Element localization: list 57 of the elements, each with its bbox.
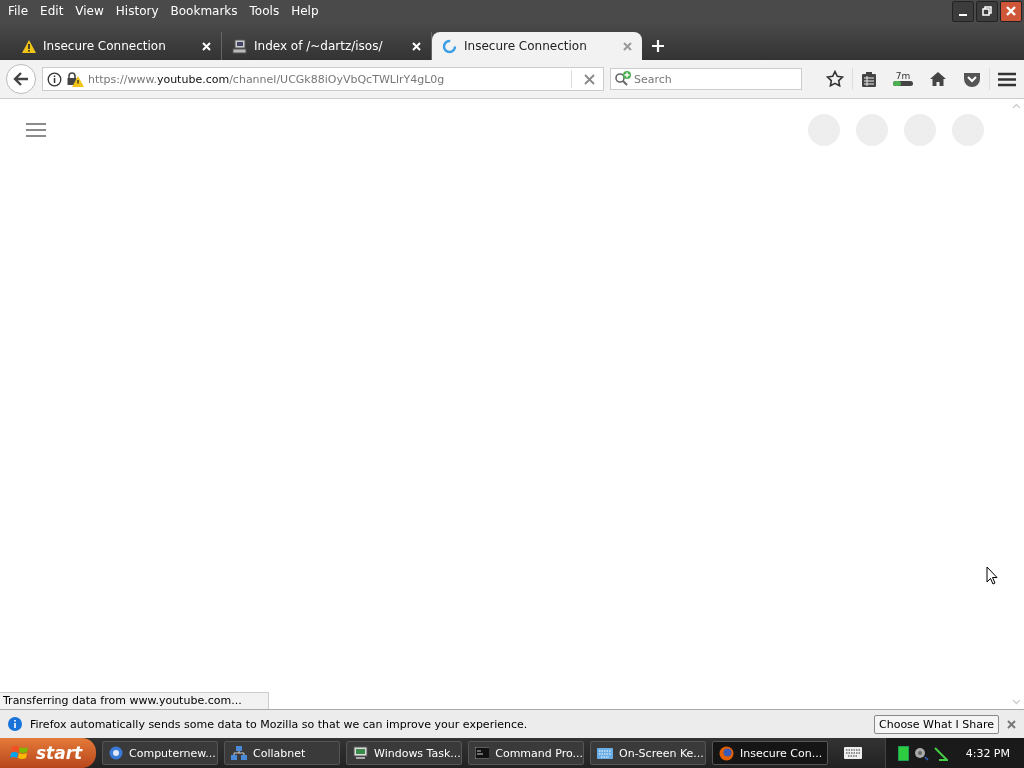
network-icon[interactable] <box>932 745 948 761</box>
keyboard-icon <box>597 747 613 759</box>
menu-item[interactable]: Edit <box>34 4 70 18</box>
menu-item[interactable]: View <box>69 4 110 18</box>
clipboard-icon[interactable] <box>861 70 877 88</box>
menu-icon[interactable] <box>998 71 1016 87</box>
home-icon[interactable] <box>929 71 947 87</box>
monitor-icon <box>353 746 368 760</box>
restore-icon <box>982 6 992 16</box>
close-icon[interactable] <box>1007 719 1016 729</box>
timer-button[interactable]: 7m <box>893 72 913 86</box>
clear-icon[interactable] <box>584 73 595 85</box>
back-arrow-icon <box>13 72 29 86</box>
taskbar-button[interactable]: Command Pro... <box>468 741 584 765</box>
close-icon <box>1005 5 1017 17</box>
warning-icon <box>22 39 36 53</box>
choose-share-button[interactable]: Choose What I Share <box>874 714 999 734</box>
menu-item[interactable]: Tools <box>243 4 286 18</box>
taskbar-button[interactable]: Insecure Con... <box>712 741 828 765</box>
search-field[interactable]: Search <box>610 68 802 90</box>
menu-item[interactable]: Help <box>285 4 325 18</box>
computer-icon <box>232 38 247 54</box>
url-text: https://www.youtube.com/channel/UCGk88iOyVbQcTWLlrY4gL0g <box>88 72 446 86</box>
loading-icon <box>442 38 457 54</box>
keyboard-icon[interactable] <box>844 747 862 759</box>
restore-button[interactable] <box>976 0 998 22</box>
console-icon <box>475 747 490 759</box>
pocket-icon[interactable] <box>963 71 981 87</box>
mouse-cursor-icon <box>986 566 998 585</box>
info-icon[interactable] <box>47 71 62 87</box>
taskbar-button[interactable]: On-Screen Ke... <box>590 741 706 765</box>
battery-icon[interactable] <box>897 745 909 761</box>
notification-message: Firefox automatically sends some data to Mozilla so that we can improve your experience. <box>30 717 529 731</box>
network-icon <box>231 746 247 760</box>
back-button[interactable] <box>6 64 36 94</box>
menu-item[interactable]: Bookmarks <box>164 4 244 18</box>
minimize-button[interactable] <box>952 0 974 22</box>
browser-tab[interactable]: Insecure Connection <box>432 32 642 60</box>
browser-icon <box>109 746 123 760</box>
minimize-icon <box>959 14 967 16</box>
taskbar-button[interactable]: Windows Task... <box>346 741 462 765</box>
taskbar-button[interactable]: Computernew... <box>102 741 218 765</box>
menu-item[interactable]: History <box>109 4 165 18</box>
taskbar-button[interactable]: Collabnet <box>224 741 340 765</box>
lock-warning-icon[interactable] <box>66 71 84 87</box>
close-button[interactable] <box>1000 0 1022 22</box>
start-button[interactable]: start <box>0 738 96 768</box>
address-bar[interactable]: https://www.youtube.com/channel/UCGk88iOyVbQcTWLlrY4gL0g <box>42 67 604 91</box>
globe-icon <box>719 745 734 761</box>
menu-item[interactable]: File <box>2 4 35 18</box>
star-icon[interactable] <box>826 70 844 88</box>
clock: 4:32 PM <box>965 746 1010 760</box>
new-tab-icon[interactable] <box>652 40 664 52</box>
windows-logo-icon <box>10 744 30 762</box>
status-text: Transferring data from www.youtube.com... <box>0 692 269 709</box>
info-icon <box>8 717 22 731</box>
search-icon <box>614 71 632 87</box>
